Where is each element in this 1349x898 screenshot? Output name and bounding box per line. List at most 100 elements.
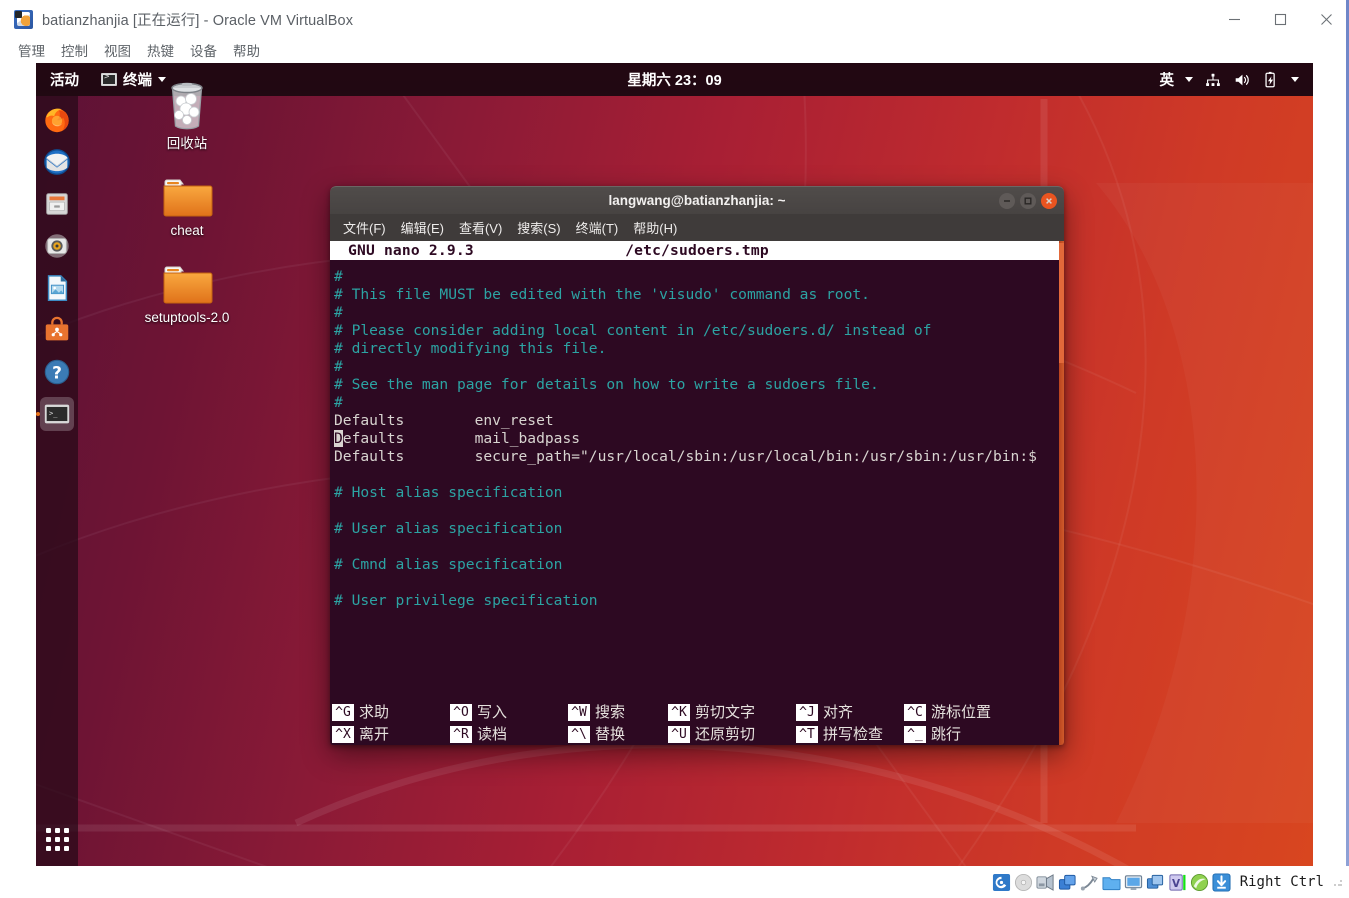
nano-line: Defaults env_reset xyxy=(334,412,554,429)
panel-clock[interactable]: 星期六 23：09 xyxy=(627,69,721,90)
nano-shortcut-key: ^T xyxy=(796,725,818,743)
recording-icon[interactable] xyxy=(1146,873,1165,892)
nano-shortcut-label: 读档 xyxy=(477,725,508,743)
nano-shortcut[interactable]: ^J 对齐 xyxy=(796,701,904,723)
libreoffice-writer-icon xyxy=(47,275,68,301)
desktop-icon-label: cheat xyxy=(170,223,204,238)
terminal-close-button[interactable] xyxy=(1041,193,1057,209)
maximize-button[interactable] xyxy=(1257,0,1303,38)
nano-shortcut-label: 写入 xyxy=(477,703,508,721)
terminal-window: langwang@batianzhanjia: ~ 文件(F) 编辑(E) 查看… xyxy=(330,186,1064,745)
host-window-controls xyxy=(1211,0,1349,38)
nano-shortcut-key: ^J xyxy=(796,703,818,721)
terminal-body[interactable]: GNU nano 2.9.3 /etc/sudoers.tmp # # This … xyxy=(330,241,1064,745)
panel-app-name: 终端 xyxy=(123,73,152,89)
terminal-maximize-button[interactable] xyxy=(1020,193,1036,209)
menu-help[interactable]: 帮助 xyxy=(225,40,268,60)
nano-shortcut-key: ^_ xyxy=(904,725,926,743)
gnome-dock: ? >_ xyxy=(36,96,78,866)
chevron-down-icon xyxy=(158,77,166,82)
resize-grip[interactable] xyxy=(1333,877,1343,887)
usb-icon[interactable] xyxy=(1080,873,1099,892)
language-indicator[interactable]: 英 xyxy=(1160,69,1175,90)
nano-shortcut-key: ^\ xyxy=(568,725,590,743)
terminal-minimize-button[interactable] xyxy=(999,193,1015,209)
nano-shortcut[interactable]: ^R 读档 xyxy=(450,723,568,745)
chevron-down-icon xyxy=(1185,77,1193,82)
nano-shortcut[interactable]: ^C 游标位置 xyxy=(904,701,991,723)
menu-manage[interactable]: 管理 xyxy=(10,40,53,60)
nano-shortcut-key: ^R xyxy=(450,725,472,743)
nano-line: # This file MUST be edited with the 'vis… xyxy=(334,286,870,303)
activities-button[interactable]: 活动 xyxy=(50,69,79,90)
panel-app-menu[interactable]: 终端 xyxy=(101,69,166,90)
desktop-icon-setuptools[interactable]: setuptools-2.0 xyxy=(122,251,252,326)
nano-shortcut[interactable]: ^X 离开 xyxy=(332,723,450,745)
nano-shortcut[interactable]: ^W 搜索 xyxy=(568,701,668,723)
menu-control[interactable]: 控制 xyxy=(53,40,96,60)
dock-item-libreoffice-writer[interactable] xyxy=(40,271,74,305)
dock-item-thunderbird[interactable] xyxy=(40,145,74,179)
nano-shortcut-group: ^K 剪切文字 ^U 还原剪切 xyxy=(668,701,796,745)
terminal-scrollbar[interactable] xyxy=(1059,241,1064,745)
nano-shortcut[interactable]: ^_ 跳行 xyxy=(904,723,991,745)
nano-shortcut-key: ^X xyxy=(332,725,354,743)
desktop-icon-cheat[interactable]: cheat xyxy=(122,164,252,239)
nano-line: # xyxy=(334,268,343,285)
terminal-menu-edit[interactable]: 编辑(E) xyxy=(395,216,450,239)
nano-shortcut-label: 求助 xyxy=(359,703,390,721)
minimize-button[interactable] xyxy=(1211,0,1257,38)
dock-item-terminal[interactable]: >_ xyxy=(40,397,74,431)
folder-icon xyxy=(122,164,252,220)
menu-view[interactable]: 视图 xyxy=(96,40,139,60)
nano-shortcut[interactable]: ^\ 替换 xyxy=(568,723,668,745)
nano-line: # Host alias specification xyxy=(334,484,563,501)
panel-status-area[interactable]: 英 xyxy=(1160,69,1299,90)
nano-shortcut[interactable]: ^T 拼写检查 xyxy=(796,723,904,745)
desktop-icon-label: 回收站 xyxy=(166,136,208,151)
optical-disk-icon[interactable] xyxy=(1014,873,1033,892)
desktop-icon-label: setuptools-2.0 xyxy=(144,310,230,325)
show-applications-icon[interactable] xyxy=(40,822,74,856)
nano-editor-text[interactable]: # # This file MUST be edited with the 'vi… xyxy=(330,260,1064,610)
thunderbird-icon xyxy=(44,149,70,175)
network-adapter-icon[interactable] xyxy=(1058,873,1077,892)
hard-disk-icon[interactable] xyxy=(992,873,1011,892)
virtualization-icon[interactable]: V xyxy=(1168,873,1187,892)
terminal-menu-help[interactable]: 帮助(H) xyxy=(627,216,683,239)
nano-shortcut[interactable]: ^G 求助 xyxy=(332,701,450,723)
nano-filename: /etc/sudoers.tmp xyxy=(625,241,769,259)
nano-shortcut-group: ^G 求助 ^X 离开 xyxy=(332,701,450,745)
guest-screen: 活动 终端 星期六 23：09 英 xyxy=(36,63,1313,866)
dock-item-firefox[interactable] xyxy=(40,103,74,137)
dock-item-rhythmbox[interactable] xyxy=(40,229,74,263)
files-icon xyxy=(46,193,68,215)
shared-folders-icon[interactable] xyxy=(1102,873,1121,892)
mouse-integration-icon[interactable] xyxy=(1190,873,1209,892)
dock-item-ubuntu-software[interactable] xyxy=(40,313,74,347)
host-key-icon[interactable] xyxy=(1212,872,1231,892)
menu-hotkeys[interactable]: 热键 xyxy=(139,40,182,60)
nano-line: # Cmnd alias specification xyxy=(334,556,563,573)
host-menubar: 管理 控制 视图 热键 设备 帮助 xyxy=(0,38,1349,61)
close-button[interactable] xyxy=(1303,0,1349,38)
nano-version: GNU nano 2.9.3 xyxy=(348,241,474,259)
firefox-icon xyxy=(45,108,69,133)
terminal-menu-terminal[interactable]: 终端(T) xyxy=(570,216,625,239)
nano-shortcut[interactable]: ^K 剪切文字 xyxy=(668,701,796,723)
dock-item-files[interactable] xyxy=(40,187,74,221)
host-window-title: batianzhanjia [正在运行] - Oracle VM Virtual… xyxy=(42,12,354,29)
terminal-titlebar[interactable]: langwang@batianzhanjia: ~ xyxy=(330,186,1064,214)
terminal-menu-view[interactable]: 查看(V) xyxy=(453,216,508,239)
terminal-window-controls xyxy=(999,187,1057,215)
menu-devices[interactable]: 设备 xyxy=(182,40,225,60)
nano-shortcut[interactable]: ^U 还原剪切 xyxy=(668,723,796,745)
nano-line: # xyxy=(334,358,343,375)
terminal-menu-search[interactable]: 搜索(S) xyxy=(511,216,566,239)
dock-item-help[interactable]: ? xyxy=(40,355,74,389)
nano-line: # See the man page for details on how to… xyxy=(334,376,879,393)
nano-shortcut[interactable]: ^O 写入 xyxy=(450,701,568,723)
audio-icon[interactable] xyxy=(1036,873,1055,892)
terminal-menu-file[interactable]: 文件(F) xyxy=(337,216,392,239)
display-icon[interactable] xyxy=(1124,873,1143,892)
